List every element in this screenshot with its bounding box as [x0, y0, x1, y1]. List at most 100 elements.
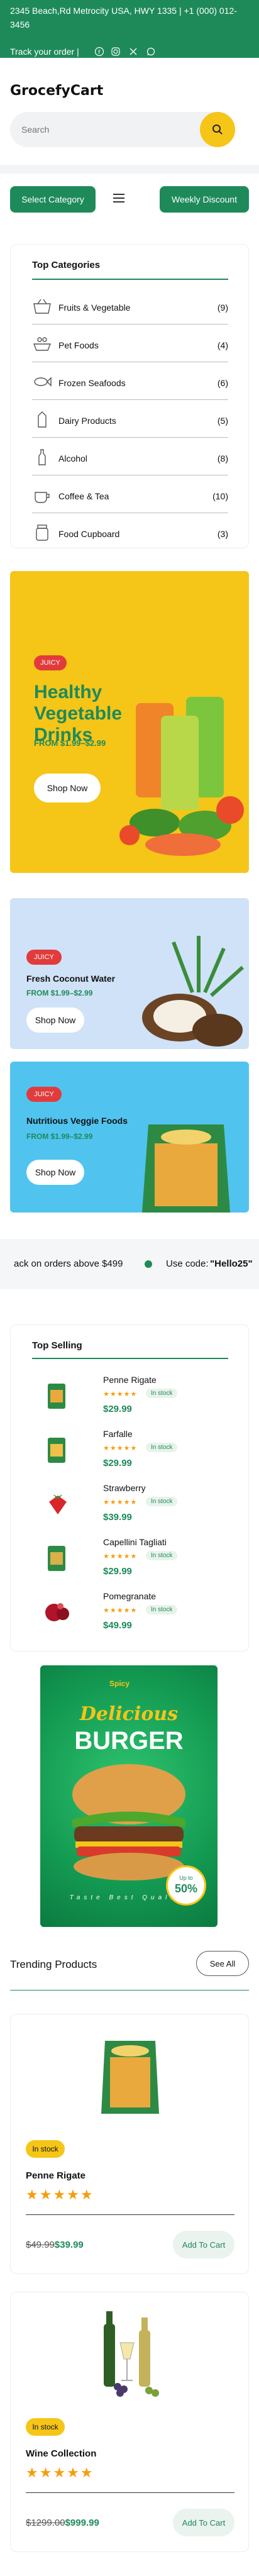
discount-badge: Up to 50% [166, 1865, 206, 1906]
track-order-link[interactable]: Track your order | [10, 47, 79, 57]
new-price: $999.99 [65, 2518, 99, 2528]
product-price: $29.99 [103, 1458, 132, 1468]
category-row-alcohol[interactable]: Alcohol (8) [32, 446, 228, 475]
promo-price: FROM $1.99–$2.99 [26, 1132, 93, 1141]
new-price: $39.99 [54, 2240, 84, 2250]
marquee-code: "Hello25" [210, 1258, 253, 1269]
rating-stars: ★★★★★ [103, 1607, 138, 1614]
vegetable-drinks-image [119, 697, 244, 856]
top-selling-item[interactable]: Capellini Tagliati ★★★★★ In stock $29.99 [38, 1537, 226, 1584]
product-name: Pomegranate [103, 1591, 157, 1601]
product-thumb [48, 1438, 65, 1463]
stock-badge: In stock [146, 1497, 178, 1506]
shop-now-button[interactable]: Shop Now [26, 1008, 84, 1033]
select-category-button[interactable]: Select Category [10, 186, 96, 213]
stock-badge: In stock [146, 1605, 178, 1614]
product-price: $29.99 [103, 1566, 132, 1577]
burger-ad-line2: BURGER [74, 1727, 184, 1755]
promo-title: Nutritious Veggie Foods [26, 1116, 128, 1126]
divider [0, 165, 259, 174]
product-price: $29.99 [103, 1404, 132, 1414]
top-selling-title: Top Selling [32, 1340, 82, 1351]
search-input[interactable] [10, 112, 199, 147]
rating-stars: ★★★★★ [103, 1553, 138, 1560]
add-to-cart-button[interactable]: Add To Cart [173, 2231, 234, 2258]
svg-text:f: f [98, 50, 101, 56]
hamburger-menu-icon[interactable] [113, 194, 124, 203]
product-image [104, 2311, 159, 2397]
category-label: Coffee & Tea [58, 491, 109, 501]
product-name[interactable]: Wine Collection [26, 2448, 96, 2459]
product-price: $49.99 [103, 1620, 132, 1631]
burger-ad-line1: Delicious [79, 1703, 179, 1725]
top-categories-title: Top Categories [32, 260, 101, 270]
rating-stars: ★★★★★ [103, 1499, 138, 1506]
trending-title: Trending Products [10, 1958, 97, 1970]
stock-badge: In stock [146, 1443, 178, 1452]
row-divider [32, 437, 228, 438]
product-image [101, 2041, 159, 2114]
add-to-cart-button[interactable]: Add To Cart [173, 2509, 234, 2536]
product-card[interactable]: In stock Wine Collection ★★★★★ $1299.00$… [10, 2292, 249, 2552]
product-card[interactable]: In stock Penne Rigate ★★★★★ $49.99$39.99… [10, 2014, 249, 2274]
category-count: (6) [217, 378, 228, 388]
product-price: $39.99 [103, 1512, 132, 1523]
shop-now-button[interactable]: Shop Now [26, 1160, 84, 1185]
category-label: Food Cupboard [58, 529, 120, 539]
category-label: Frozen Seafoods [58, 378, 126, 388]
shop-now-button[interactable]: Shop Now [34, 774, 101, 802]
category-label: Dairy Products [58, 416, 116, 426]
category-row-dairy[interactable]: Dairy Products (5) [32, 408, 228, 438]
burger-ad-banner[interactable]: Spicy Delicious BURGER Taste Best Qualit… [40, 1665, 218, 1927]
top-selling-item[interactable]: Strawberry ★★★★★ In stock $39.99 [38, 1483, 226, 1530]
fish-icon [34, 377, 52, 387]
category-row-pet-foods[interactable]: Pet Foods (4) [32, 333, 228, 362]
row-divider [32, 324, 228, 325]
rating-stars: ★★★★★ [103, 1445, 138, 1452]
weekly-discount-button[interactable]: Weekly Discount [160, 186, 249, 213]
top-selling-item[interactable]: Farfalle ★★★★★ In stock $29.99 [38, 1429, 226, 1475]
see-all-button[interactable]: See All [196, 1951, 249, 1976]
category-row-coffee-tea[interactable]: Coffee & Tea (10) [32, 484, 228, 513]
burger-image [72, 1764, 185, 1880]
product-name: Penne Rigate [103, 1375, 157, 1385]
site-logo[interactable]: GrocefyCart [10, 83, 103, 99]
product-thumb [48, 1384, 65, 1409]
promo-badge: JUICY [26, 1087, 62, 1102]
product-thumb [45, 1603, 69, 1621]
top-selling-item[interactable]: Pomegranate ★★★★★ In stock $49.99 [38, 1591, 226, 1638]
top-selling-item[interactable]: Penne Rigate ★★★★★ In stock $29.99 [38, 1375, 226, 1421]
x-icon[interactable] [128, 47, 138, 57]
product-name: Capellini Tagliati [103, 1537, 167, 1547]
promo-banner-coconut-water[interactable]: JUICY Fresh Coconut Water FROM $1.99–$2.… [10, 898, 249, 1049]
category-label: Fruits & Vegetable [58, 303, 131, 313]
basket-icon [33, 299, 51, 314]
stock-badge: In stock [26, 2140, 65, 2158]
category-label: Pet Foods [58, 340, 99, 350]
promo-banner-veggie-foods[interactable]: JUICY Nutritious Veggie Foods FROM $1.99… [10, 1062, 249, 1213]
milk-carton-icon [38, 411, 47, 428]
category-row-frozen-seafoods[interactable]: Frozen Seafoods (6) [32, 370, 228, 400]
top-bar: 2345 Beach,Rd Metrocity USA, HWY 1335 | … [0, 0, 259, 58]
category-count: (8) [217, 453, 228, 464]
product-name[interactable]: Penne Rigate [26, 2170, 85, 2181]
category-row-fruits[interactable]: Fruits & Vegetable (9) [32, 295, 228, 325]
stock-badge: In stock [146, 1551, 178, 1560]
rating-stars: ★★★★★ [26, 2187, 94, 2202]
category-count: (4) [217, 340, 228, 350]
whatsapp-icon[interactable] [146, 47, 156, 57]
old-price: $49.99 [26, 2240, 55, 2250]
instagram-icon[interactable] [111, 47, 121, 57]
bottle-icon [38, 449, 46, 465]
category-count: (10) [212, 491, 228, 501]
product-thumb [48, 1546, 65, 1571]
marquee-dot [145, 1260, 152, 1268]
category-row-food-cupboard[interactable]: Food Cupboard (3) [32, 521, 228, 547]
promo-price: FROM $1.99–$2.99 [26, 989, 93, 997]
facebook-icon[interactable]: f [94, 47, 104, 57]
search-button[interactable] [200, 112, 235, 147]
title-underline [32, 1358, 228, 1359]
promo-banner-vegetable-drinks[interactable]: JUICY Healthy Vegetable Drinks FROM $1.9… [10, 571, 249, 873]
promo-price: FROM $1.99–$2.99 [34, 738, 106, 748]
jar-icon [36, 525, 48, 541]
